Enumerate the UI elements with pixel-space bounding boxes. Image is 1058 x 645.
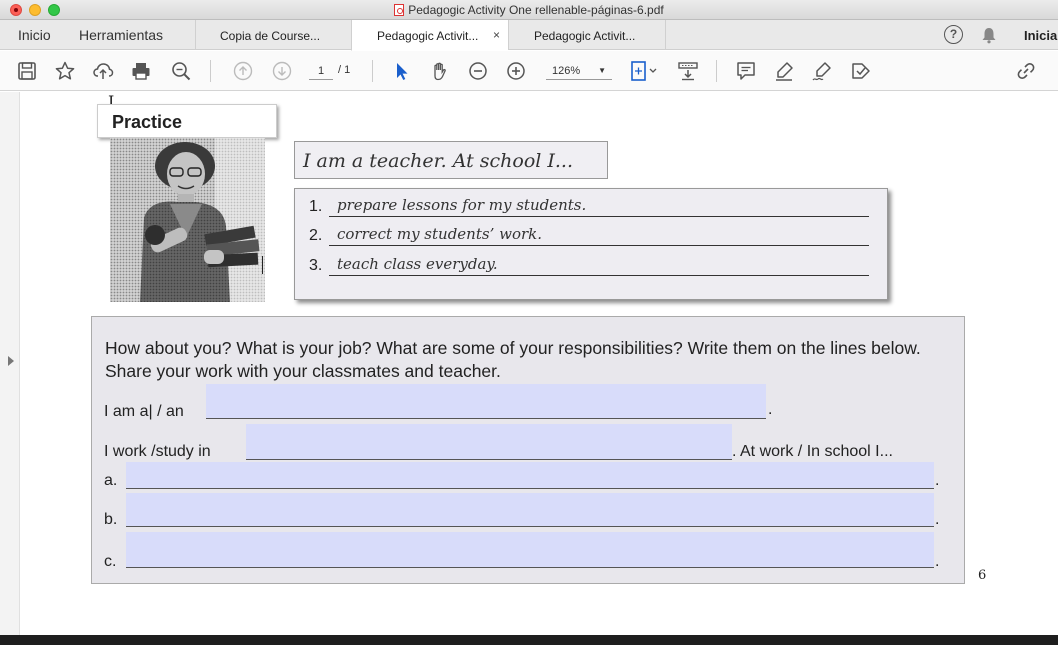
- document-viewer[interactable]: I Practice I am a teacher. At school I..…: [0, 92, 1058, 635]
- page-number-input[interactable]: 1: [309, 62, 333, 80]
- job-input[interactable]: [206, 384, 766, 419]
- acrobat-window: Pedagogic Activity One rellenable-página…: [0, 0, 1058, 635]
- print-icon[interactable]: [130, 60, 152, 82]
- scroll-mode-icon[interactable]: [677, 60, 699, 82]
- tab-bar: Inicio Herramientas Copia de Course... P…: [0, 20, 1058, 51]
- teacher-responsibilities-list: 1. prepare lessons for my students. 2. c…: [294, 188, 888, 300]
- star-icon[interactable]: [54, 60, 76, 82]
- list-number: 3.: [309, 257, 323, 274]
- list-item-text: correct my students’ work.: [329, 224, 869, 246]
- work-suffix-label: . At work / In school I...: [732, 443, 893, 460]
- save-icon[interactable]: [16, 60, 38, 82]
- sign-icon[interactable]: [811, 60, 833, 82]
- responsibility-input-c[interactable]: [126, 532, 934, 568]
- list-item-text: teach class everyday.: [329, 254, 869, 276]
- chevron-down-icon: ▼: [598, 66, 606, 75]
- nav-tools[interactable]: Herramientas: [79, 27, 163, 43]
- teacher-photo: [110, 138, 265, 302]
- signin-link[interactable]: Iniciar: [1024, 28, 1058, 43]
- item-label-c: c.: [104, 553, 117, 570]
- hand-tool-icon[interactable]: [429, 60, 451, 82]
- text-caret: [262, 256, 263, 274]
- select-arrow-icon[interactable]: [391, 60, 413, 82]
- stamp-tag-icon[interactable]: [850, 60, 872, 82]
- tab-close-icon[interactable]: ×: [493, 28, 500, 42]
- window-title: Pedagogic Activity One rellenable-página…: [0, 3, 1058, 17]
- toolbar-divider: [716, 60, 717, 82]
- tab-pedagogic-activity-active[interactable]: Pedagogic Activit... ×: [351, 20, 508, 51]
- list-number: 2.: [309, 227, 323, 244]
- tab-label: Pedagogic Activit...: [534, 29, 636, 43]
- pdf-file-icon: [394, 4, 405, 16]
- item-label-a: a.: [104, 472, 118, 489]
- zoom-value: 126%: [552, 65, 581, 77]
- notification-bell-icon[interactable]: [980, 26, 998, 44]
- zoom-in-icon[interactable]: [505, 60, 527, 82]
- fit-page-icon[interactable]: [629, 60, 659, 82]
- job-label: I am a| / an: [104, 403, 184, 420]
- page-number: 6: [978, 568, 987, 583]
- page-up-icon[interactable]: [232, 60, 254, 82]
- zoom-level-dropdown[interactable]: 126% ▼: [546, 62, 612, 80]
- practice-heading: Practice: [97, 104, 277, 138]
- toolbar-divider: [372, 60, 373, 82]
- work-place-input[interactable]: [246, 424, 732, 460]
- expand-arrow-icon[interactable]: [8, 356, 14, 366]
- teacher-speech-heading: I am a teacher. At school I...: [294, 141, 608, 179]
- student-response-section: How about you? What is your job? What ar…: [91, 316, 965, 584]
- share-link-icon[interactable]: [1015, 60, 1037, 82]
- tab-label: Pedagogic Activit...: [377, 29, 479, 43]
- item-label-b: b.: [104, 511, 118, 528]
- work-label: I work /study in: [104, 443, 211, 460]
- toolbar-divider: [210, 60, 211, 82]
- list-item-text: prepare lessons for my students.: [329, 195, 869, 217]
- title-bar: Pedagogic Activity One rellenable-página…: [0, 0, 1058, 20]
- left-panel-toggle[interactable]: [0, 92, 20, 635]
- highlight-pen-icon[interactable]: [773, 60, 795, 82]
- window-title-text: Pedagogic Activity One rellenable-página…: [408, 3, 664, 17]
- nav-home[interactable]: Inicio: [18, 27, 51, 43]
- zoom-search-icon[interactable]: [170, 60, 192, 82]
- activity-prompt: How about you? What is your job? What ar…: [105, 338, 921, 381]
- list-number: 1.: [309, 198, 323, 215]
- period: .: [768, 401, 773, 418]
- period: .: [935, 472, 940, 489]
- tab-pedagogic-activity[interactable]: Pedagogic Activit...: [508, 20, 666, 50]
- tab-copia-de-course[interactable]: Copia de Course...: [195, 20, 351, 50]
- toolbar: 1 / 1 126% ▼: [0, 51, 1058, 91]
- page-total: / 1: [338, 64, 351, 76]
- zoom-out-icon[interactable]: [467, 60, 489, 82]
- help-icon[interactable]: ?: [944, 25, 963, 44]
- page-down-icon[interactable]: [271, 60, 293, 82]
- responsibility-input-b[interactable]: [126, 493, 934, 527]
- period: .: [935, 553, 940, 570]
- period: .: [935, 511, 940, 528]
- responsibility-input-a[interactable]: [126, 462, 934, 489]
- upload-cloud-icon[interactable]: [92, 60, 114, 82]
- tab-label: Copia de Course...: [220, 29, 321, 43]
- desktop-bottom-edge: [0, 635, 1058, 645]
- comment-icon[interactable]: [735, 60, 757, 82]
